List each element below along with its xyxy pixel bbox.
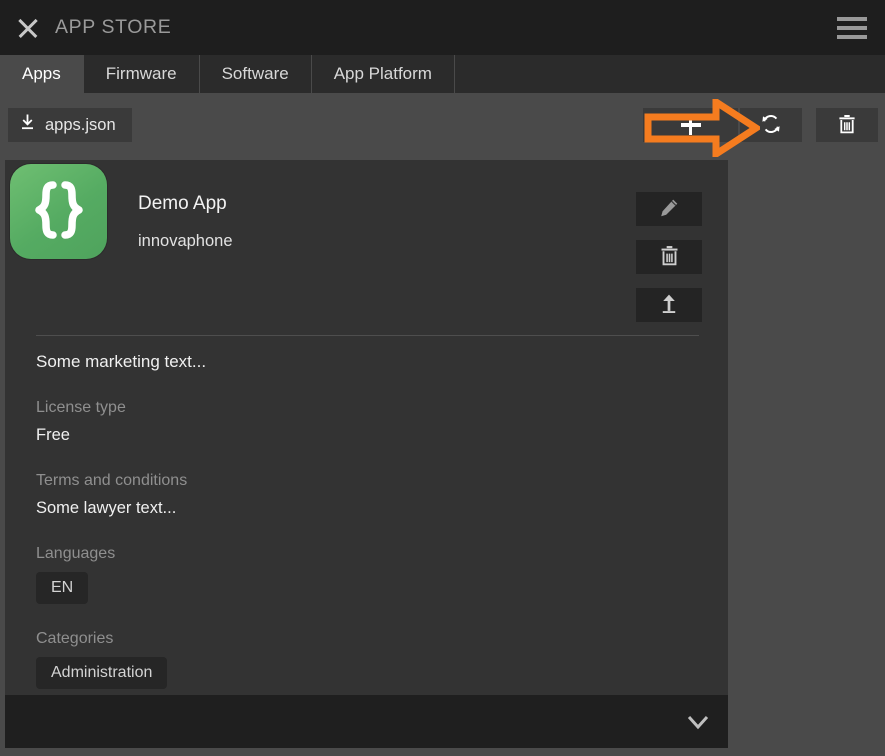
languages-label: Languages	[36, 545, 708, 563]
app-marketing-text: Some marketing text...	[36, 352, 708, 372]
hamburger-bar	[837, 26, 867, 30]
app-action-buttons	[636, 192, 702, 322]
refresh-sync-icon	[760, 113, 782, 138]
delete-apps-button[interactable]	[816, 108, 878, 142]
edit-app-button[interactable]	[636, 192, 702, 226]
trash-icon	[660, 245, 679, 269]
categories-chip-row: Administration	[36, 657, 708, 689]
terms-and-conditions-label: Terms and conditions	[36, 472, 708, 490]
hamburger-menu-icon[interactable]	[837, 12, 871, 44]
refresh-apps-button[interactable]	[740, 108, 802, 142]
categories-label: Categories	[36, 630, 708, 648]
chevron-down-icon	[684, 708, 712, 736]
upload-app-button[interactable]	[636, 288, 702, 322]
language-chip[interactable]: EN	[36, 572, 88, 604]
delete-app-button[interactable]	[636, 240, 702, 274]
section-divider	[36, 335, 699, 336]
app-details: Some marketing text... License type Free…	[36, 352, 708, 715]
pencil-edit-icon	[659, 198, 679, 221]
app-detail-panel: Demo App innovaphone	[5, 160, 728, 695]
tab-app-platform[interactable]: App Platform	[312, 55, 455, 93]
upload-icon	[661, 294, 677, 316]
expand-more-bar[interactable]	[5, 695, 728, 748]
close-icon	[17, 17, 39, 39]
languages-chip-row: EN	[36, 572, 708, 604]
trash-icon	[838, 114, 856, 137]
toolbar: apps.json	[0, 93, 885, 157]
titlebar: APP STORE	[0, 0, 885, 55]
app-header: Demo App innovaphone	[5, 160, 728, 334]
app-name: Demo App	[138, 193, 227, 215]
license-type-label: License type	[36, 399, 708, 417]
tab-software[interactable]: Software	[200, 55, 312, 93]
apps-json-label: apps.json	[45, 116, 116, 135]
braces-json-app-icon	[10, 164, 107, 259]
app-vendor: innovaphone	[138, 232, 233, 251]
license-type-value: Free	[36, 426, 708, 445]
tab-firmware[interactable]: Firmware	[84, 55, 200, 93]
hamburger-bar	[837, 17, 867, 21]
terms-and-conditions-value: Some lawyer text...	[36, 499, 708, 518]
page-title: APP STORE	[55, 16, 171, 39]
download-icon	[20, 114, 35, 136]
tab-bar: Apps Firmware Software App Platform	[0, 55, 885, 93]
category-chip[interactable]: Administration	[36, 657, 167, 689]
tab-bar-filler	[455, 55, 885, 93]
add-app-button[interactable]	[643, 108, 738, 142]
apps-json-download-button[interactable]: apps.json	[8, 108, 132, 142]
close-button[interactable]	[6, 0, 50, 55]
tab-apps[interactable]: Apps	[0, 55, 84, 93]
plus-icon	[681, 115, 701, 135]
hamburger-bar	[837, 35, 867, 39]
